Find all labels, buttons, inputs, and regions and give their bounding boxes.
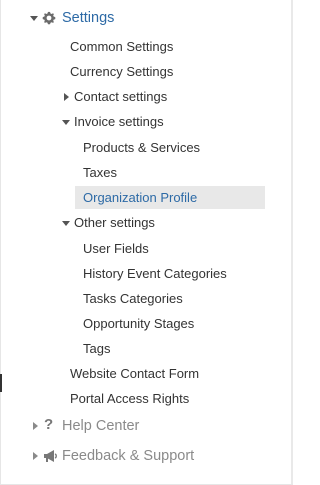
nav-item-label-selected: Organization Profile (83, 190, 198, 205)
nav-item-opportunity-stages[interactable]: Opportunity Stages (0, 312, 293, 336)
nav-item-label: Portal Access Rights (70, 391, 190, 406)
nav-item-history-event-categories[interactable]: History Event Categories (0, 262, 293, 286)
nav-item-taxes[interactable]: Taxes (0, 161, 293, 185)
question-icon: ? (44, 416, 54, 433)
nav-item-label: Opportunity Stages (83, 316, 195, 331)
help-center-label: Help Center (62, 418, 140, 434)
caret-right-icon[interactable] (33, 422, 38, 430)
nav-item-label: Tasks Categories (83, 291, 183, 306)
nav-feedback-support[interactable]: Feedback & Support (0, 444, 293, 468)
caret-right-icon[interactable] (64, 93, 69, 101)
caret-right-icon[interactable] (33, 452, 38, 460)
nav-item-label: History Event Categories (83, 266, 227, 281)
nav-item-user-fields[interactable]: User Fields (0, 237, 293, 261)
nav-item-other-settings[interactable]: Other settings (0, 211, 293, 235)
caret-down-icon[interactable] (62, 120, 70, 125)
megaphone-icon (42, 448, 60, 469)
nav-item-currency-settings[interactable]: Currency Settings (0, 60, 293, 84)
nav-item-portal-access-rights[interactable]: Portal Access Rights (0, 387, 293, 411)
gear-icon (41, 10, 57, 31)
caret-down-icon[interactable] (30, 16, 38, 21)
nav-help-center[interactable]: ? Help Center (0, 414, 293, 438)
caret-down-icon[interactable] (62, 221, 70, 226)
nav-item-common-settings[interactable]: Common Settings (0, 35, 293, 59)
nav-item-website-contact-form[interactable]: Website Contact Form (0, 362, 293, 386)
nav-item-label: Tags (83, 341, 111, 356)
nav-item-tags[interactable]: Tags (0, 337, 293, 361)
nav-item-label: Website Contact Form (70, 366, 200, 381)
settings-title[interactable]: Settings (62, 10, 114, 26)
nav-item-label: Common Settings (70, 39, 174, 54)
nav-item-products-services[interactable]: Products & Services (0, 136, 293, 160)
feedback-support-label: Feedback & Support (62, 448, 195, 464)
nav-item-tasks-categories[interactable]: Tasks Categories (0, 287, 293, 311)
nav-item-contact-settings[interactable]: Contact settings (0, 85, 293, 109)
nav-item-invoice-settings[interactable]: Invoice settings (0, 110, 293, 134)
nav-item-label: Products & Services (83, 140, 201, 155)
nav-item-organization-profile[interactable]: Organization Profile (0, 186, 293, 210)
nav-item-label: Invoice settings (74, 114, 164, 129)
nav-item-label: Other settings (74, 215, 155, 230)
nav-item-label: Currency Settings (70, 64, 174, 79)
nav-item-label: User Fields (83, 241, 149, 256)
nav-item-label: Contact settings (74, 89, 168, 104)
nav-item-label: Taxes (83, 165, 117, 180)
nav-settings[interactable]: Settings (0, 6, 293, 30)
